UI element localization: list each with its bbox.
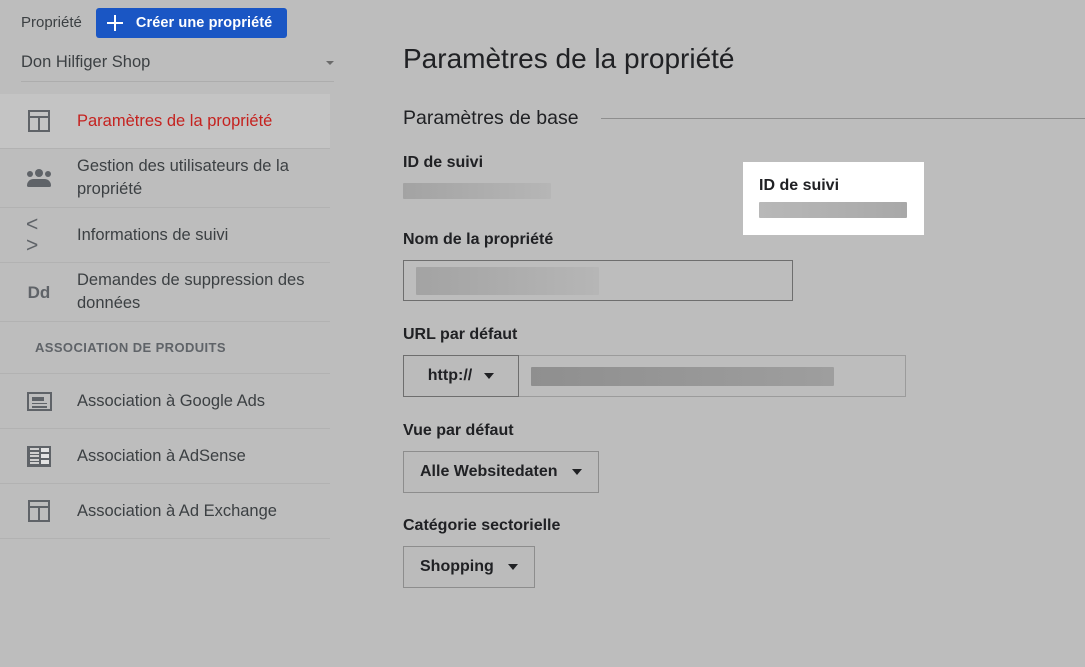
sidebar-item-data-deletion-requests[interactable]: Dd Demandes de suppression des données (0, 263, 330, 322)
sidebar-item-ad-exchange-linking[interactable]: Association à Ad Exchange (0, 484, 330, 539)
default-url-field: URL par défaut http:// (403, 325, 1085, 397)
tracking-id-value-redacted (403, 183, 551, 199)
chevron-down-icon (326, 61, 334, 65)
sidebar-item-label: Informations de suivi (77, 225, 229, 244)
sidebar-item-adsense-linking[interactable]: Association à AdSense (0, 429, 330, 484)
basic-settings-section-header: Paramètres de base (403, 107, 1085, 130)
sidebar-item-label: Association à AdSense (77, 446, 246, 465)
sidebar-item-label: Paramètres de la propriété (77, 111, 273, 130)
grid-icon (26, 445, 52, 467)
create-property-button-label: Créer une propriété (135, 14, 273, 31)
property-selector[interactable]: Don Hilfiger Shop (21, 52, 334, 82)
plus-icon (106, 14, 123, 31)
main-content: Paramètres de la propriété Paramètres de… (356, 0, 1085, 667)
chevron-down-icon (484, 373, 495, 379)
sidebar-item-label: Association à Ad Exchange (77, 501, 277, 520)
section-heading: Paramètres de base (403, 107, 579, 129)
property-column-label: Propriété (21, 14, 82, 31)
property-selector-value: Don Hilfiger Shop (21, 53, 151, 71)
admin-sidebar: Propriété Créer une propriété Don Hilfig… (0, 0, 356, 667)
sidebar-nav: Paramètres de la propriété Gestion des u… (0, 94, 356, 539)
default-url-value-redacted (531, 366, 834, 386)
industry-category-field: Catégorie sectorielle Shopping (403, 516, 1085, 588)
url-protocol-value: http:// (427, 367, 473, 384)
section-divider (600, 118, 1085, 119)
property-name-input[interactable] (403, 260, 793, 301)
default-view-field: Vue par défaut Alle Websitedaten (403, 421, 1085, 493)
sidebar-header: Propriété Créer une propriété (0, 0, 356, 38)
people-icon (26, 169, 52, 187)
sidebar-section-product-linking: ASSOCIATION DE PRODUITS (0, 322, 330, 374)
sidebar-item-user-management[interactable]: Gestion des utilisateurs de la propriété (0, 149, 330, 208)
sidebar-item-label: Gestion des utilisateurs de la propriété (77, 157, 289, 198)
sidebar-item-tracking-info[interactable]: < > Informations de suivi (0, 208, 330, 263)
code-icon: < > (26, 213, 40, 257)
chevron-down-icon (571, 469, 582, 475)
page-title: Paramètres de la propriété (403, 43, 735, 74)
default-url-input[interactable] (519, 355, 906, 397)
google-analytics-admin-screen: Propriété Créer une propriété Don Hilfig… (0, 0, 1085, 667)
layout-icon (26, 110, 52, 132)
dd-icon: Dd (27, 282, 51, 302)
default-view-dropdown[interactable]: Alle Websitedaten (403, 451, 599, 493)
sidebar-item-label: Demandes de suppression des données (77, 271, 305, 312)
industry-category-dropdown[interactable]: Shopping (403, 546, 535, 588)
tracking-id-highlight-value-redacted (759, 202, 907, 218)
industry-category-value: Shopping (420, 558, 494, 575)
default-view-value: Alle Websitedaten (420, 463, 558, 480)
layout-icon (26, 500, 52, 522)
tracking-id-highlight-label: ID de suivi (759, 177, 840, 194)
tracking-id-highlight-callout: ID de suivi (743, 162, 924, 235)
default-url-label: URL par défaut (403, 326, 518, 343)
card-icon (26, 391, 52, 412)
property-name-value-redacted (416, 266, 599, 295)
property-name-field: Nom de la propriété (403, 230, 1085, 301)
industry-category-label: Catégorie sectorielle (403, 517, 561, 534)
sidebar-item-property-settings[interactable]: Paramètres de la propriété (0, 94, 330, 149)
create-property-button[interactable]: Créer une propriété (95, 7, 288, 38)
url-protocol-dropdown[interactable]: http:// (403, 355, 519, 397)
sidebar-item-google-ads-linking[interactable]: Association à Google Ads (0, 374, 330, 429)
chevron-down-icon (507, 564, 518, 570)
default-url-row: http:// (403, 355, 906, 397)
sidebar-item-label: Association à Google Ads (77, 391, 266, 410)
default-view-label: Vue par défaut (403, 422, 514, 439)
